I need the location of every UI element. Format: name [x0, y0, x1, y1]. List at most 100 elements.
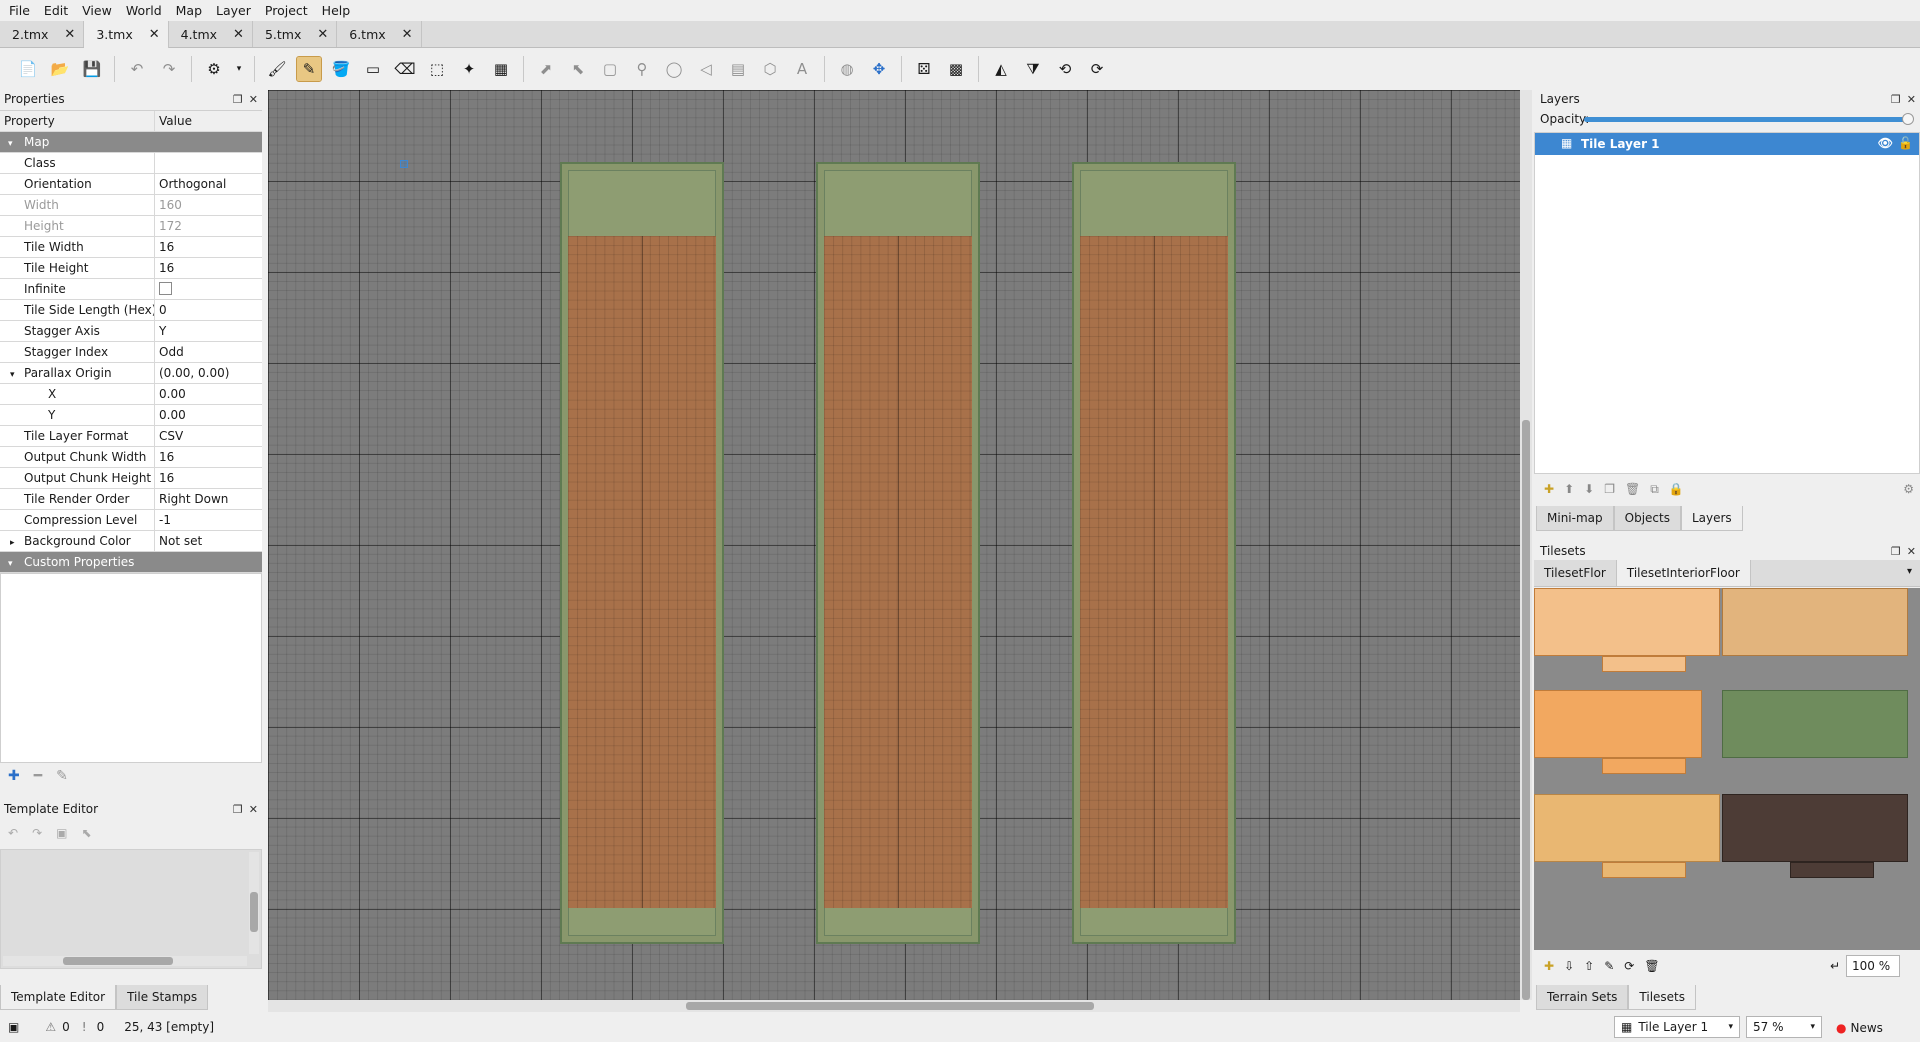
close-icon[interactable]: ✕ — [402, 27, 413, 42]
insert-text-icon[interactable]: A — [790, 57, 814, 81]
infinite-checkbox[interactable] — [159, 282, 172, 295]
visibility-eye-icon[interactable]: 👁 — [1878, 136, 1893, 150]
move-icon[interactable]: ✥ — [867, 57, 891, 81]
insert-polygon-icon[interactable]: ◁ — [694, 57, 718, 81]
undo-icon[interactable]: ↶ — [125, 57, 149, 81]
menu-edit[interactable]: Edit — [37, 0, 75, 21]
property-row[interactable]: ▾ Map — [0, 132, 262, 153]
menu-project[interactable]: Project — [258, 0, 315, 21]
tab-2-tmx[interactable]: 2.tmx ✕ — [0, 21, 85, 47]
property-row[interactable]: Output Chunk Width 16 — [0, 447, 262, 468]
commands-icon[interactable]: ⚙ — [202, 57, 226, 81]
collapse-arrow-icon[interactable]: ▾ — [8, 554, 24, 572]
select-same-tile-icon[interactable]: ▦ — [489, 57, 513, 81]
edit-tileset-icon[interactable]: ✎ — [1604, 959, 1614, 973]
toggle-panels-icon[interactable]: ▣ — [8, 1020, 19, 1034]
tab-tile-stamps[interactable]: Tile Stamps — [116, 985, 209, 1010]
property-value[interactable]: CSV — [155, 426, 262, 446]
menu-help[interactable]: Help — [315, 0, 358, 21]
close-icon[interactable]: ✕ — [317, 27, 328, 42]
tab-terrain-sets[interactable]: Terrain Sets — [1536, 985, 1629, 1010]
warning-icon[interactable]: ⚠ — [45, 1020, 56, 1034]
menu-map[interactable]: Map — [169, 0, 209, 21]
close-icon[interactable]: ✕ — [233, 27, 244, 42]
property-row[interactable]: Tile Side Length (Hex) 0 — [0, 300, 262, 321]
rotate-left-icon[interactable]: ⟲ — [1053, 57, 1077, 81]
new-tileset-icon[interactable]: ✚ — [1544, 959, 1554, 973]
remove-property-icon[interactable]: ━ — [34, 768, 42, 784]
close-icon[interactable]: ✕ — [1907, 545, 1916, 558]
property-row[interactable]: Tile Width 16 — [0, 237, 262, 258]
property-row[interactable]: X 0.00 — [0, 384, 262, 405]
property-row[interactable]: ▾ Parallax Origin (0.00, 0.00) — [0, 363, 262, 384]
eraser-icon[interactable]: ⌫ — [393, 57, 417, 81]
property-value[interactable]: Not set — [155, 531, 262, 551]
world-tool-icon[interactable]: ◍ — [835, 57, 859, 81]
property-row[interactable]: Infinite — [0, 279, 262, 300]
property-value[interactable]: (0.00, 0.00) — [155, 363, 262, 383]
flip-horizontal-icon[interactable]: ◭ — [989, 57, 1013, 81]
vertical-scrollbar[interactable] — [249, 852, 259, 954]
delete-layer-icon[interactable]: 🗑 — [1625, 482, 1640, 496]
property-value[interactable]: 16 — [155, 468, 262, 488]
property-row[interactable]: Class — [0, 153, 262, 174]
random-mode-icon[interactable]: ⚄ — [912, 57, 936, 81]
close-icon[interactable]: ✕ — [249, 803, 258, 816]
edit-polygons-icon[interactable]: ⬉ — [566, 57, 590, 81]
new-file-icon[interactable]: 📄 — [16, 57, 40, 81]
float-icon[interactable]: ❐ — [1891, 93, 1901, 106]
property-row[interactable]: Compression Level -1 — [0, 510, 262, 531]
bucket-fill-icon[interactable]: 🪣 — [329, 57, 353, 81]
insert-template-icon[interactable]: ⬡ — [758, 57, 782, 81]
tileset-menu-icon[interactable]: ▾ — [1907, 566, 1912, 577]
image-icon[interactable]: ▣ — [56, 826, 67, 840]
close-icon[interactable]: ✕ — [64, 27, 75, 42]
menu-view[interactable]: View — [75, 0, 119, 21]
property-value[interactable] — [155, 279, 262, 299]
error-icon[interactable]: ! — [82, 1020, 87, 1034]
tab-5-tmx[interactable]: 5.tmx ✕ — [252, 21, 338, 47]
property-row[interactable]: Height 172 — [0, 216, 262, 237]
property-row[interactable]: Orientation Orthogonal — [0, 174, 262, 195]
tab-mini-map[interactable]: Mini-map — [1536, 506, 1614, 531]
property-value[interactable]: 172 — [155, 216, 262, 236]
close-icon[interactable]: ✕ — [149, 27, 160, 42]
expand-arrow-icon[interactable]: ▸ — [10, 533, 24, 551]
insert-ellipse-icon[interactable]: ◯ — [662, 57, 686, 81]
magic-wand-icon[interactable]: ✦ — [457, 57, 481, 81]
lower-layer-icon[interactable]: ⬇ — [1584, 482, 1594, 496]
add-property-icon[interactable]: ✚ — [8, 768, 20, 784]
close-icon[interactable]: ✕ — [1907, 93, 1916, 106]
menu-layer[interactable]: Layer — [209, 0, 258, 21]
property-value[interactable]: 16 — [155, 258, 262, 278]
insert-rectangle-icon[interactable]: ▢ — [598, 57, 622, 81]
property-value[interactable]: Odd — [155, 342, 262, 362]
opacity-slider[interactable] — [1584, 117, 1910, 122]
wang-fill-icon[interactable]: ▩ — [944, 57, 968, 81]
close-icon[interactable]: ✕ — [249, 93, 258, 106]
redo-icon[interactable]: ↷ — [157, 57, 181, 81]
tab-tilesetflor[interactable]: TilesetFlor — [1534, 560, 1617, 586]
rotate-right-icon[interactable]: ⟳ — [1085, 57, 1109, 81]
menu-file[interactable]: File — [2, 0, 37, 21]
tab-4-tmx[interactable]: 4.tmx ✕ — [168, 21, 253, 47]
property-value[interactable] — [155, 153, 262, 173]
collapse-arrow-icon[interactable]: ▾ — [10, 365, 24, 383]
terrain-brush-icon[interactable]: ✎ — [296, 56, 322, 82]
news-button[interactable]: ● News — [1836, 1021, 1883, 1035]
property-value[interactable]: 0.00 — [155, 384, 262, 404]
property-row[interactable]: ▾ Custom Properties — [0, 552, 262, 573]
tab-tilesets[interactable]: Tilesets — [1628, 985, 1697, 1010]
horizontal-scrollbar[interactable] — [3, 956, 247, 966]
property-row[interactable]: Tile Layer Format CSV — [0, 426, 262, 447]
merge-layer-icon[interactable]: ⧉ — [1650, 482, 1659, 497]
property-row[interactable]: Tile Render Order Right Down — [0, 489, 262, 510]
opacity-slider-handle[interactable] — [1902, 113, 1914, 125]
redo-icon[interactable]: ↷ — [32, 826, 42, 840]
map-canvas[interactable] — [268, 90, 1520, 1000]
canvas-vertical-scrollbar[interactable] — [1520, 90, 1532, 1000]
flip-vertical-icon[interactable]: ⧩ — [1021, 57, 1045, 81]
property-row[interactable]: Output Chunk Height 16 — [0, 468, 262, 489]
property-row[interactable]: Width 160 — [0, 195, 262, 216]
float-icon[interactable]: ❐ — [1891, 545, 1901, 558]
